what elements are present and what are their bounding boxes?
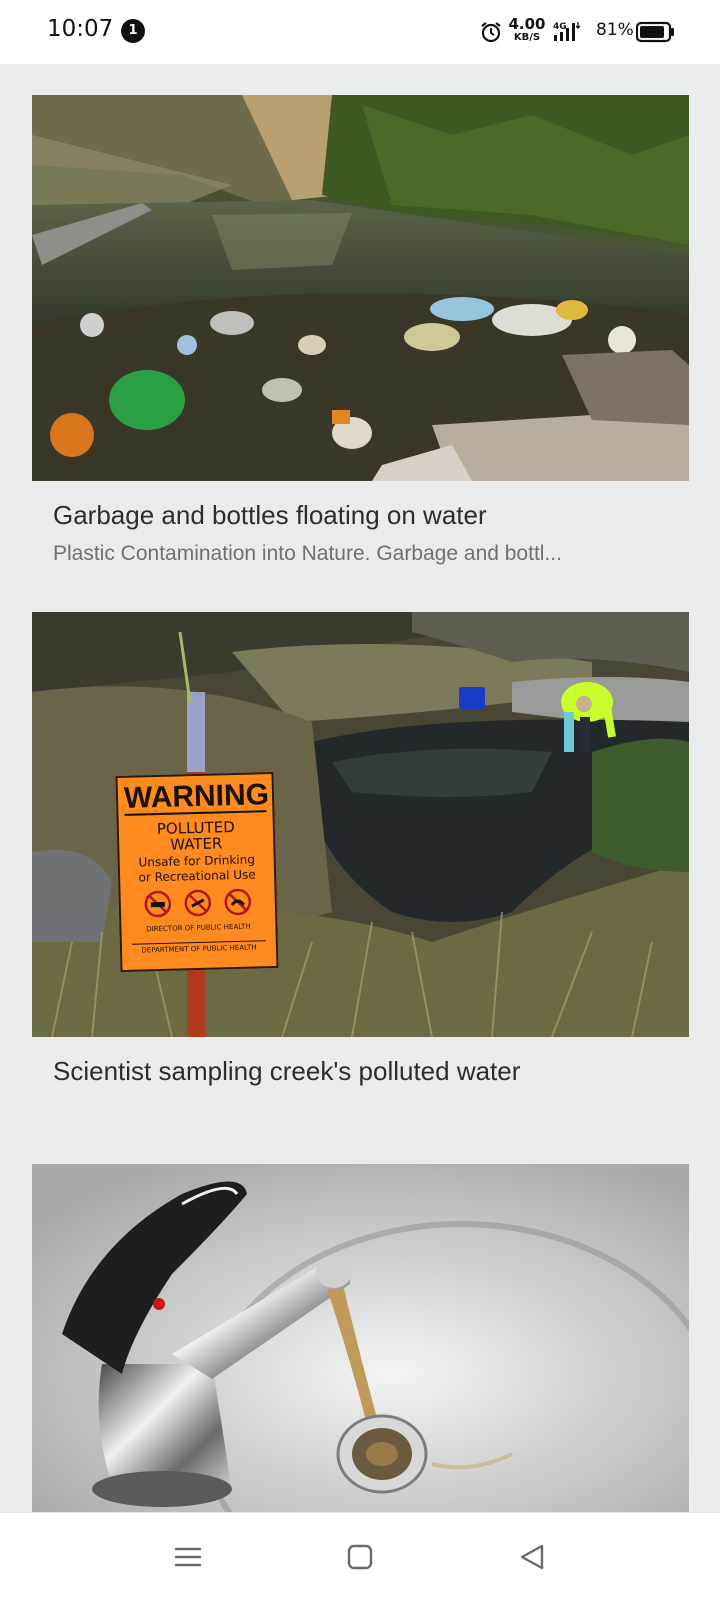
- article-description: Plastic Contamination into Nature. Garba…: [53, 542, 562, 565]
- back-triangle-icon[interactable]: [516, 1541, 548, 1573]
- alarm-icon: [481, 22, 501, 43]
- warning-sign-line4: or Recreational Use: [138, 867, 256, 885]
- system-navigation-bar: [0, 1512, 720, 1600]
- article-title[interactable]: Garbage and bottles floating on water: [53, 500, 487, 531]
- home-square-icon[interactable]: [344, 1541, 376, 1573]
- signal-4g-icon: 4G: [553, 22, 581, 41]
- article-image-garbage-river[interactable]: [32, 95, 689, 481]
- network-speed: 4.00 KB/S: [508, 17, 546, 43]
- prohibition-icons: [144, 888, 252, 918]
- battery-percent: 81%: [596, 20, 634, 40]
- status-time: 10:07: [47, 16, 114, 42]
- article-feed[interactable]: Garbage and bottles floating on water Pl…: [0, 64, 720, 1512]
- network-speed-unit: KB/S: [513, 32, 541, 43]
- warning-sign: WARNING POLLUTED WATER Unsafe for Drinki…: [115, 771, 279, 973]
- article-image-dirty-faucet[interactable]: [32, 1164, 689, 1512]
- network-speed-value: 4.00: [508, 15, 546, 33]
- battery-icon: [636, 21, 674, 43]
- status-bar: 10:07 1 4.00 KB/S 4G 81%: [0, 0, 720, 64]
- notification-count-badge: 1: [121, 19, 145, 43]
- menu-icon[interactable]: [172, 1541, 204, 1573]
- warning-sign-heading: WARNING: [123, 778, 270, 816]
- article-card-creek[interactable]: WARNING POLLUTED WATER Unsafe for Drinki…: [32, 612, 689, 1112]
- article-image-creek-sampling[interactable]: WARNING POLLUTED WATER Unsafe for Drinki…: [32, 612, 689, 1037]
- warning-sign-footer2: DEPARTMENT OF PUBLIC HEALTH: [131, 940, 267, 955]
- warning-sign-line2: WATER: [169, 834, 223, 854]
- article-card-faucet[interactable]: [32, 1164, 689, 1512]
- article-title[interactable]: Scientist sampling creek's polluted wate…: [53, 1056, 520, 1087]
- network-type-label: 4G: [553, 22, 567, 32]
- article-card-garbage[interactable]: Garbage and bottles floating on water Pl…: [32, 95, 689, 575]
- warning-sign-footer1: DIRECTOR OF PUBLIC HEALTH: [146, 922, 251, 934]
